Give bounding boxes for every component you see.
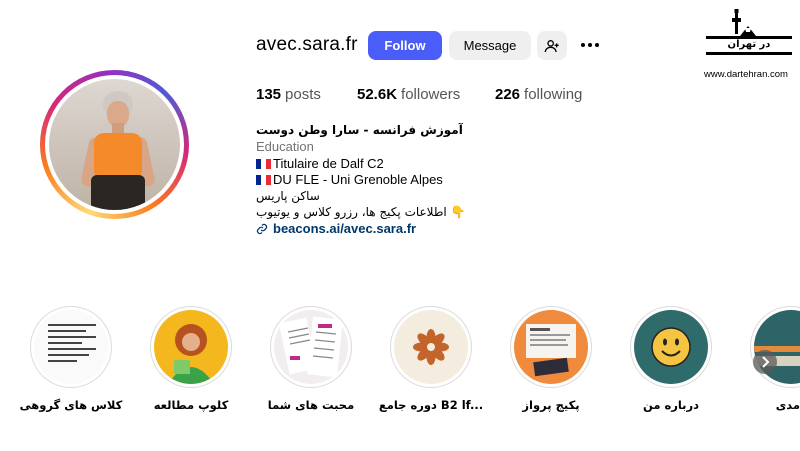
profile-username: avec.sara.fr (256, 34, 358, 55)
posts-stat[interactable]: 135 posts (256, 86, 321, 103)
highlight-group-classes[interactable] (30, 306, 112, 388)
bio-line-2-text: DU FLE - Uni Grenoble Alpes (273, 172, 443, 187)
followers-stat[interactable]: 52.6K followers (357, 86, 460, 103)
milad-tower-icon (706, 9, 792, 55)
highlight-flight-package[interactable] (510, 306, 592, 388)
posts-count: 135 (256, 86, 282, 103)
followers-count: 52.6K (357, 86, 398, 103)
bio-line-1-text: Titulaire de Dalf C2 (273, 156, 384, 171)
highlight-cover (394, 310, 468, 384)
bio-name: آموزش فرانسه - سارا وطن دوست (256, 123, 463, 137)
dartehran-logo-text: در تهران (727, 39, 771, 50)
highlight-label: درباره من (642, 398, 700, 412)
more-options-icon[interactable] (577, 33, 603, 57)
link-icon (256, 223, 268, 234)
following-stat[interactable]: 226 following (495, 86, 582, 103)
bio-line-2: DU FLE - Uni Grenoble Alpes (256, 172, 443, 187)
posts-label: posts (285, 86, 321, 103)
highlight-cover (634, 310, 708, 384)
highlight-cover (34, 310, 108, 384)
highlight-partial[interactable] (750, 306, 800, 388)
following-label: following (524, 86, 583, 103)
profile-avatar[interactable] (40, 70, 189, 219)
dartehran-url: www.dartehran.com (704, 69, 788, 80)
bio-line-4: اطلاعات پکیج ها، رزرو کلاس و یوتیوب 👇 (256, 205, 466, 219)
highlight-kindness[interactable] (270, 306, 352, 388)
smiley-icon (651, 327, 691, 367)
highlight-cover (274, 310, 348, 384)
highlights-next-button[interactable] (753, 350, 777, 374)
follow-button[interactable]: Follow (368, 31, 442, 60)
highlight-label: محبت های شما (267, 398, 355, 412)
message-button[interactable]: Message (449, 31, 531, 60)
suggested-people-button[interactable] (537, 31, 567, 60)
highlight-b2-course[interactable] (390, 306, 472, 388)
highlight-label: مدی (775, 398, 800, 412)
bio-line-1: Titulaire de Dalf C2 (256, 156, 384, 171)
highlight-cover (514, 310, 588, 384)
bio-link[interactable]: beacons.ai/avec.sara.fr (256, 221, 416, 236)
bio-link-text: beacons.ai/avec.sara.fr (273, 221, 417, 236)
chevron-right-icon (762, 356, 770, 368)
highlight-label: کلوپ مطالعه (153, 398, 229, 412)
person-add-icon (544, 39, 559, 52)
bio-line-3: ساکن پاریس (256, 189, 320, 203)
highlight-cover (154, 310, 228, 384)
highlight-about-me[interactable] (630, 306, 712, 388)
avatar-photo (49, 79, 180, 210)
highlight-label: پکیج پرواز (522, 398, 580, 412)
flower-icon (413, 329, 449, 365)
highlight-reading-club[interactable] (150, 306, 232, 388)
bio-category: Education (256, 139, 314, 154)
followers-label: followers (401, 86, 461, 103)
following-count: 226 (495, 86, 521, 103)
highlight-label: کلاس های گروهی (19, 398, 123, 412)
france-flag-icon (256, 159, 271, 169)
dartehran-logo: در تهران (704, 8, 794, 66)
france-flag-icon (256, 175, 271, 185)
highlight-label: دوره جامع B2 lf... (378, 398, 484, 412)
